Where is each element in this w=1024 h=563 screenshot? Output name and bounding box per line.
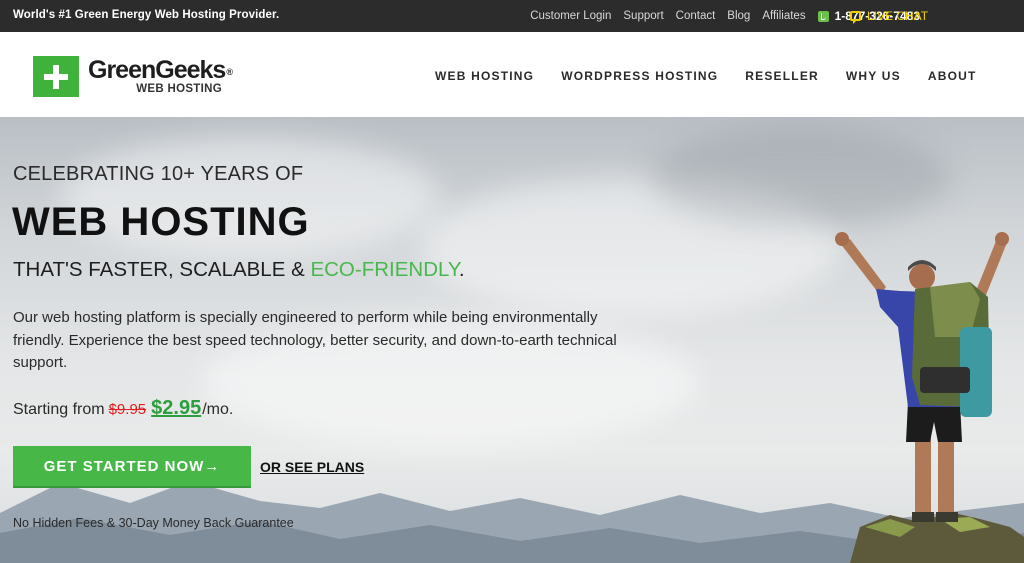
old-price: $9.95 — [108, 401, 147, 418]
price-prefix: Starting from — [13, 401, 105, 418]
top-bar: World's #1 Green Energy Web Hosting Prov… — [0, 0, 1024, 32]
hiker-image — [835, 232, 1024, 563]
logo[interactable]: GreenGeeks® WEB HOSTING — [33, 56, 233, 97]
nav-why-us[interactable]: WHY US — [846, 69, 901, 83]
new-price: $2.95 — [151, 397, 202, 419]
main-nav: WEB HOSTING WORDPRESS HOSTING RESELLER W… — [435, 69, 1004, 83]
nav-about[interactable]: ABOUT — [928, 69, 977, 83]
site-header: GreenGeeks® WEB HOSTING WEB HOSTING WORD… — [0, 32, 1024, 117]
logo-name: GreenGeeks® — [88, 56, 233, 84]
tagline: World's #1 Green Energy Web Hosting Prov… — [13, 9, 280, 21]
affiliates-link[interactable]: Affiliates — [762, 10, 805, 22]
nav-wordpress-hosting[interactable]: WORDPRESS HOSTING — [561, 69, 718, 83]
nav-reseller[interactable]: RESELLER — [745, 69, 819, 83]
live-chat-link[interactable]: LIVE CHAT — [850, 0, 928, 32]
live-chat-label: LIVE CHAT — [867, 9, 929, 23]
hero-kicker: CELEBRATING 10+ YEARS OF — [13, 163, 304, 185]
hero-subheadline: THAT'S FASTER, SCALABLE & ECO-FRIENDLY. — [13, 258, 465, 281]
hero: CELEBRATING 10+ YEARS OF WEB HOSTING THA… — [0, 117, 1024, 563]
blog-link[interactable]: Blog — [727, 10, 750, 22]
guarantee-text: No Hidden Fees & 30-Day Money Back Guara… — [13, 516, 294, 530]
customer-login-link[interactable]: Customer Login — [530, 10, 611, 22]
hero-headline: WEB HOSTING — [12, 200, 310, 244]
get-started-button[interactable]: GET STARTED NOW→ — [13, 446, 251, 488]
price-line: Starting from $9.95 $2.95 /mo. — [13, 397, 233, 420]
contact-link[interactable]: Contact — [676, 10, 716, 22]
price-period: /mo. — [202, 401, 234, 418]
chat-icon — [850, 11, 861, 24]
phone-icon — [817, 10, 829, 22]
nav-web-hosting[interactable]: WEB HOSTING — [435, 69, 534, 83]
see-plans-link[interactable]: OR SEE PLANS — [260, 459, 364, 475]
logo-plus-icon — [33, 56, 79, 97]
support-link[interactable]: Support — [623, 10, 663, 22]
logo-subtitle: WEB HOSTING — [136, 83, 222, 95]
eco-friendly-text: ECO-FRIENDLY — [310, 258, 459, 281]
hero-description: Our web hosting platform is specially en… — [13, 309, 617, 371]
